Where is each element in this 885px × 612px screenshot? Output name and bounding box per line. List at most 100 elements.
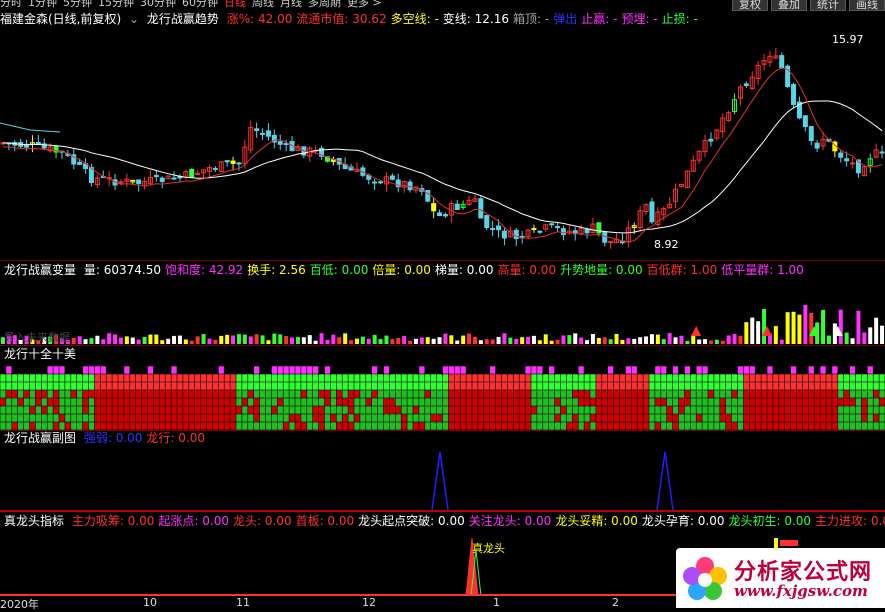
heat-cell bbox=[413, 382, 419, 390]
heat-cell bbox=[106, 422, 112, 430]
tab-2[interactable]: 5分钟 bbox=[63, 0, 92, 9]
heat-grid[interactable] bbox=[0, 366, 885, 430]
tab-4[interactable]: 30分钟 bbox=[140, 0, 176, 9]
heat-cell bbox=[336, 406, 342, 414]
heat-cell bbox=[6, 366, 12, 374]
volume-bar bbox=[679, 335, 684, 344]
heat-cell bbox=[6, 390, 12, 398]
heat-cell bbox=[448, 422, 454, 430]
window-button-1[interactable]: 叠加 bbox=[771, 0, 807, 11]
heat-cell bbox=[200, 382, 207, 390]
heat-cell bbox=[767, 366, 773, 374]
volume-bar bbox=[372, 334, 377, 344]
sub-chart[interactable] bbox=[0, 446, 885, 510]
heat-cell bbox=[590, 382, 596, 390]
heat-cell bbox=[608, 406, 614, 414]
tab-8[interactable]: 月线 bbox=[280, 0, 302, 9]
heat-cell bbox=[366, 398, 372, 406]
heat-cell bbox=[708, 390, 714, 398]
heat-cell bbox=[171, 374, 177, 382]
heat-cell bbox=[714, 422, 720, 430]
heat-cell bbox=[29, 390, 36, 398]
heat-cell bbox=[667, 398, 673, 406]
heat-cell bbox=[737, 382, 744, 390]
tab-3[interactable]: 15分钟 bbox=[98, 0, 134, 9]
tab-10[interactable]: 更多 > bbox=[347, 0, 382, 9]
heat-cell bbox=[773, 374, 779, 382]
main-price-chart[interactable] bbox=[0, 28, 885, 260]
tab-6[interactable]: 日线 bbox=[224, 0, 246, 9]
heat-cell bbox=[354, 374, 360, 382]
heat-cell bbox=[206, 406, 213, 414]
heat-cell bbox=[672, 398, 679, 406]
date-tick: 12 bbox=[362, 596, 376, 609]
heat-cell bbox=[106, 398, 112, 406]
volume-bar bbox=[225, 334, 230, 344]
volume-bar bbox=[396, 338, 401, 344]
date-tick: 11 bbox=[236, 596, 250, 609]
heat-cell bbox=[554, 406, 561, 414]
heat-cell bbox=[189, 382, 195, 390]
heat-cell bbox=[678, 390, 685, 398]
heat-cell bbox=[590, 390, 596, 398]
heat-cell bbox=[307, 366, 313, 374]
heat-cell bbox=[460, 406, 466, 414]
heat-cell bbox=[342, 374, 348, 382]
heat-cell bbox=[625, 406, 631, 414]
window-button-2[interactable]: 统计 bbox=[810, 0, 846, 11]
indicator-field: 预埋: - bbox=[621, 12, 658, 26]
heat-cell bbox=[861, 422, 867, 430]
heat-cell bbox=[808, 414, 814, 422]
heat-cell bbox=[330, 382, 336, 390]
heat-cell bbox=[395, 414, 401, 422]
volume-bar bbox=[313, 340, 318, 344]
window-button-0[interactable]: 复权 bbox=[732, 0, 768, 11]
panel-divider bbox=[0, 260, 885, 261]
volume-bar bbox=[567, 335, 572, 344]
indicator-name[interactable]: 龙行战赢趋势 bbox=[147, 12, 219, 26]
volume-bar bbox=[201, 334, 206, 344]
panel-title: 龙行战赢变量 bbox=[4, 263, 77, 277]
heat-cell bbox=[248, 414, 254, 422]
heat-cell bbox=[224, 374, 230, 382]
heat-cell bbox=[737, 374, 744, 382]
tab-1[interactable]: 1分钟 bbox=[28, 0, 57, 9]
heat-cell bbox=[195, 374, 201, 382]
heat-cell bbox=[826, 422, 832, 430]
tab-0[interactable]: 分时 bbox=[0, 0, 22, 9]
heat-cell bbox=[578, 414, 584, 422]
volume-bar bbox=[101, 339, 106, 344]
heat-cell bbox=[195, 422, 201, 430]
volume-bar bbox=[626, 338, 631, 344]
heat-cell bbox=[289, 366, 295, 374]
heat-cell bbox=[625, 366, 631, 374]
candle-body bbox=[879, 151, 885, 154]
heat-cell bbox=[47, 406, 53, 414]
heat-cell bbox=[12, 422, 18, 430]
chevron-down-icon[interactable]: ⌄ bbox=[129, 12, 139, 26]
volume-chart[interactable] bbox=[0, 278, 885, 344]
heat-cell bbox=[590, 374, 596, 382]
heat-cell bbox=[153, 422, 159, 430]
volume-bar bbox=[295, 337, 300, 344]
heat-cell bbox=[849, 422, 856, 430]
indicator-field: 饱和度: 42.92 bbox=[164, 263, 244, 277]
heat-cell bbox=[295, 406, 301, 414]
tab-5[interactable]: 60分钟 bbox=[182, 0, 218, 9]
volume-bar bbox=[708, 340, 713, 344]
heat-cell bbox=[301, 382, 307, 390]
heat-cell bbox=[566, 398, 572, 406]
volume-bar bbox=[714, 339, 719, 344]
tab-7[interactable]: 周线 bbox=[252, 0, 274, 9]
heat-cell bbox=[796, 382, 803, 390]
volume-bar bbox=[697, 339, 702, 344]
window-button-3[interactable]: 画线 bbox=[849, 0, 885, 11]
heat-cell bbox=[785, 390, 791, 398]
heat-cell bbox=[218, 390, 224, 398]
volume-bar bbox=[443, 333, 448, 344]
heat-cell bbox=[348, 382, 354, 390]
heat-cell bbox=[413, 390, 419, 398]
heat-cell bbox=[436, 422, 443, 430]
heat-cell bbox=[761, 390, 767, 398]
tab-9[interactable]: 多周期 bbox=[308, 0, 341, 9]
